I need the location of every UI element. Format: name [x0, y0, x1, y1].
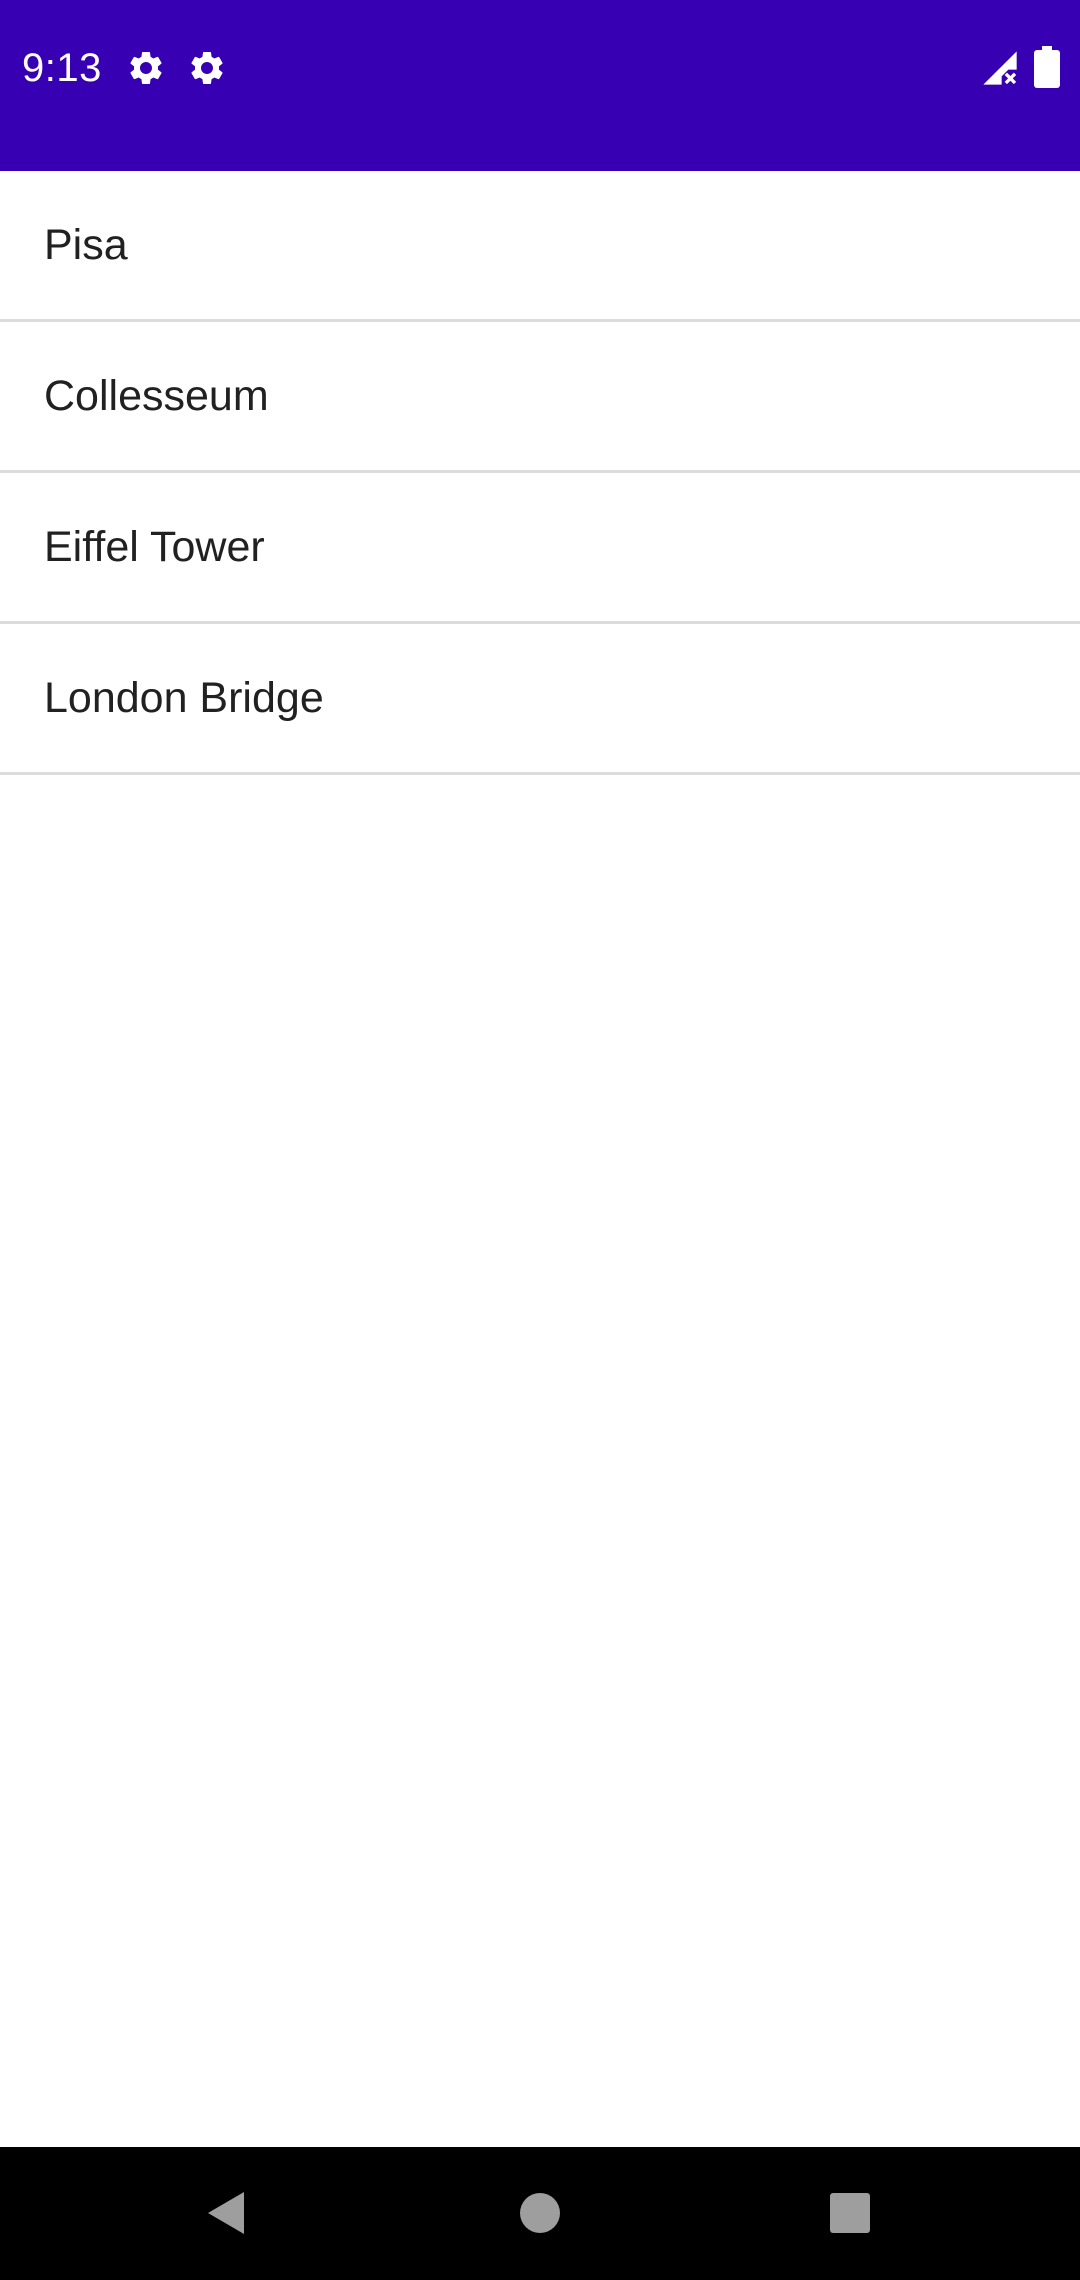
list-item-pisa[interactable]: Pisa	[0, 171, 1080, 322]
list-item-label: Eiffel Tower	[44, 523, 265, 571]
list-item-label: Collesseum	[44, 372, 269, 420]
list-item-collesseum[interactable]: Collesseum	[0, 322, 1080, 473]
list-item-london-bridge[interactable]: London Bridge	[0, 624, 1080, 775]
list-item-label: London Bridge	[44, 674, 324, 722]
landmark-list: Pisa Collesseum Eiffel Tower London Brid…	[0, 171, 1080, 775]
back-icon	[204, 2188, 248, 2238]
navigation-bar	[0, 2147, 1080, 2280]
home-icon	[519, 2192, 561, 2234]
home-button[interactable]	[504, 2177, 576, 2249]
status-time: 9:13	[22, 46, 102, 90]
list-item-eiffel-tower[interactable]: Eiffel Tower	[0, 473, 1080, 624]
back-button[interactable]	[190, 2177, 262, 2249]
app-screen: 9:13 Pisa Collesseum Eiffel Tower London…	[0, 0, 1080, 2280]
settings-icon	[126, 48, 166, 88]
signal-no-service-icon	[980, 48, 1020, 88]
list-item-label: Pisa	[44, 221, 128, 269]
battery-full-icon	[1034, 46, 1060, 88]
recents-icon	[829, 2192, 871, 2234]
recents-button[interactable]	[814, 2177, 886, 2249]
settings-icon	[187, 48, 227, 88]
status-bar: 9:13	[0, 0, 1080, 171]
